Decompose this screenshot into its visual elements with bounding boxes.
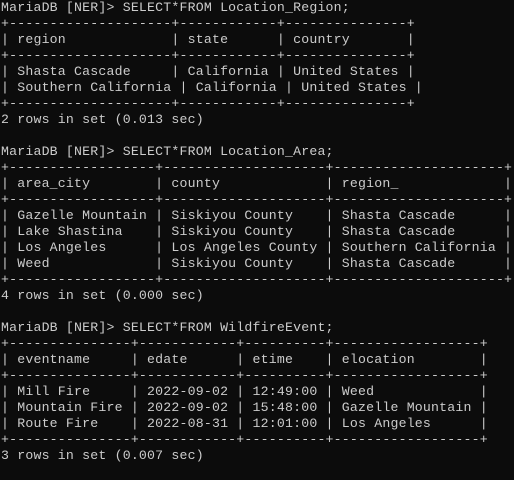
table-row-line: | eventname | edate | etime | elocation … (1, 352, 488, 367)
table-row-line: | Gazelle Mountain | Siskiyou County | S… (1, 208, 513, 223)
table-border-line: +--------------------+------------+-----… (1, 96, 415, 111)
table-row-line: | Weed | Siskiyou County | Shasta Cascad… (1, 256, 513, 271)
table-border-line: +------------------+--------------------… (1, 160, 513, 175)
table-border-line: +---------------+------------+----------… (1, 368, 488, 383)
table-border-line: +--------------------+------------+-----… (1, 48, 415, 63)
table-border-line: +------------------+--------------------… (1, 272, 513, 287)
table-row-line: | Lake Shastina | Siskiyou County | Shas… (1, 224, 513, 239)
result-summary-line: 3 rows in set (0.007 sec) (1, 448, 204, 463)
table-border-line: +---------------+------------+----------… (1, 336, 488, 351)
terminal-window[interactable]: MariaDB [NER]> SELECT*FROM Location_Regi… (0, 0, 514, 480)
table-row-line: | area_city | county | region_ | (1, 176, 513, 191)
console-output: MariaDB [NER]> SELECT*FROM Location_Regi… (1, 0, 512, 464)
table-row-line: | Southern California | California | Uni… (1, 80, 423, 95)
sql-prompt-line: MariaDB [NER]> SELECT*FROM WildfireEvent… (1, 320, 334, 335)
table-row-line: | Route Fire | 2022-08-31 | 12:01:00 | L… (1, 416, 488, 431)
table-border-line: +---------------+------------+----------… (1, 432, 488, 447)
table-row-line: | Shasta Cascade | California | United S… (1, 64, 415, 79)
result-summary-line: 4 rows in set (0.000 sec) (1, 288, 204, 303)
table-border-line: +--------------------+------------+-----… (1, 16, 415, 31)
table-row-line: | Mill Fire | 2022-09-02 | 12:49:00 | We… (1, 384, 488, 399)
sql-prompt-line: MariaDB [NER]> SELECT*FROM Location_Regi… (1, 0, 350, 15)
table-row-line: | region | state | country | (1, 32, 415, 47)
table-row-line: | Los Angeles | Los Angeles County | Sou… (1, 240, 513, 255)
table-border-line: +------------------+--------------------… (1, 192, 513, 207)
table-row-line: | Mountain Fire | 2022-09-02 | 15:48:00 … (1, 400, 488, 415)
result-summary-line: 2 rows in set (0.013 sec) (1, 112, 204, 127)
sql-prompt-line: MariaDB [NER]> SELECT*FROM Location_Area… (1, 144, 334, 159)
